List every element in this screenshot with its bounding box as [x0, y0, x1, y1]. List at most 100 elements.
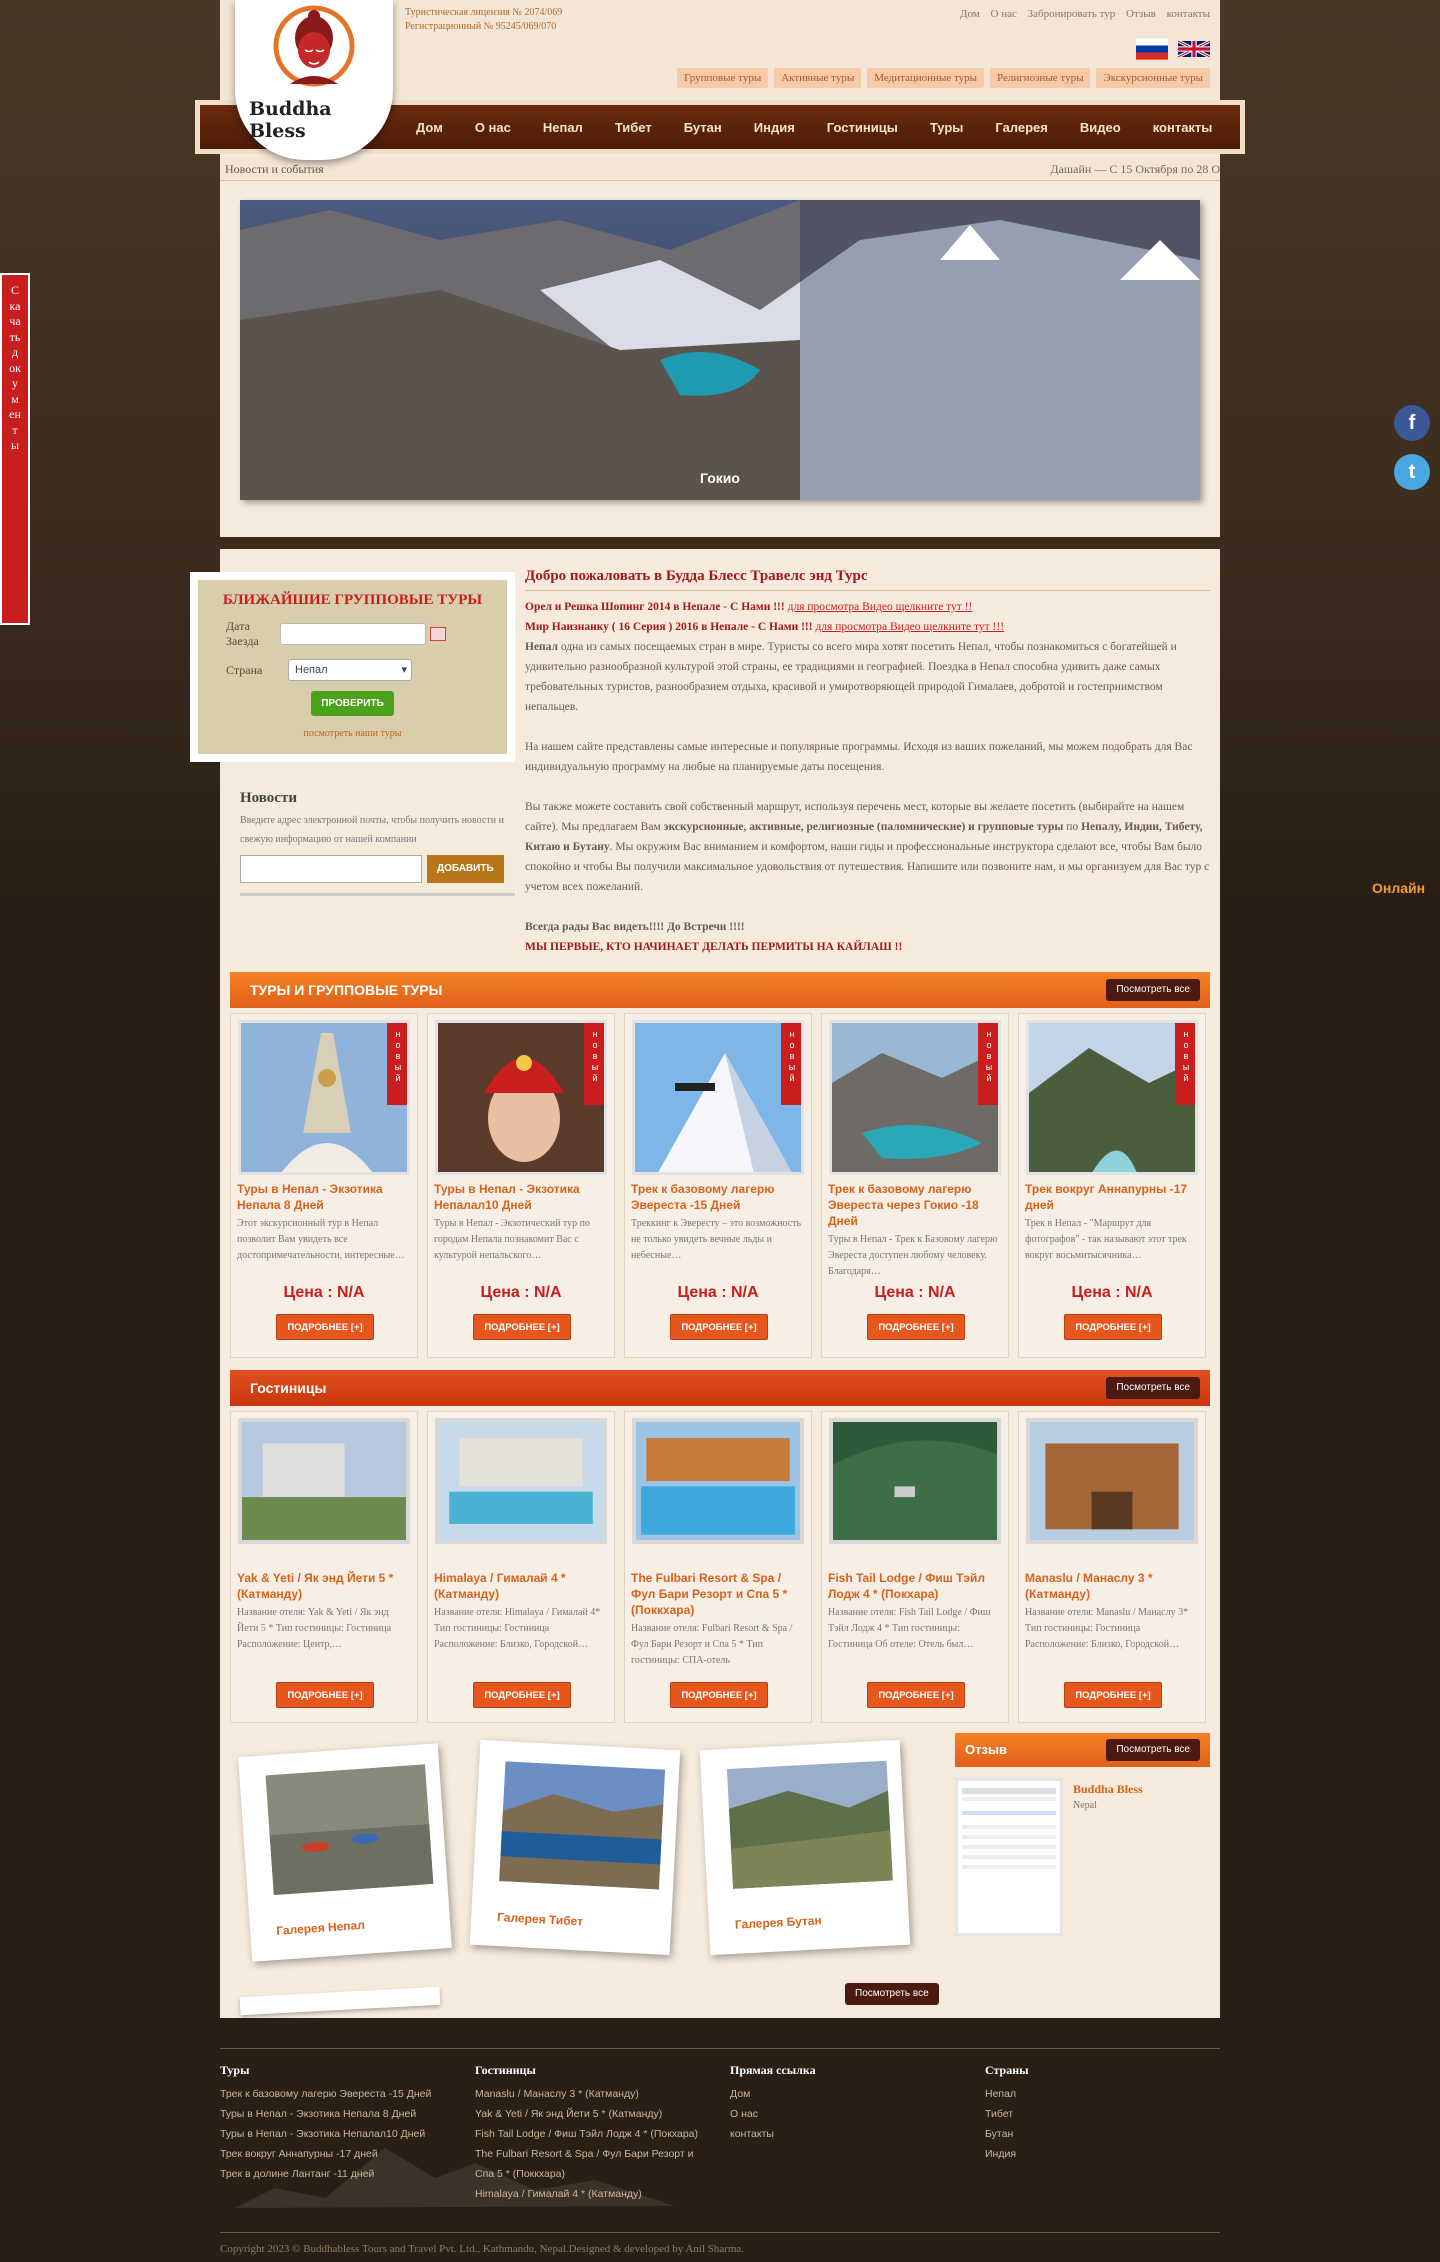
- nav-video[interactable]: Видео: [1080, 120, 1121, 135]
- gallery-nepal[interactable]: Галерея Непал: [238, 1743, 452, 1962]
- footer-link[interactable]: Yak & Yeti / Як энд Йети 5 * (Катманду): [475, 2104, 700, 2124]
- nav-hotels[interactable]: Гостиницы: [827, 120, 898, 135]
- gallery-view-all-button[interactable]: Посмотреть все: [845, 1983, 939, 2005]
- nav-home[interactable]: Дом: [416, 120, 443, 135]
- nav-tibet[interactable]: Тибет: [615, 120, 652, 135]
- tour-more-button[interactable]: ПОДРОБНЕЕ [+]: [1064, 1314, 1162, 1340]
- gallery-tibet[interactable]: Галерея Тибет: [469, 1739, 681, 1956]
- video2-link[interactable]: для просмотра Видео щелкните тут !!!: [815, 621, 1004, 633]
- top-link-about[interactable]: О нас: [991, 8, 1017, 20]
- nav-nepal[interactable]: Непал: [543, 120, 583, 135]
- nav-india[interactable]: Индия: [754, 120, 795, 135]
- tour-more-button[interactable]: ПОДРОБНЕЕ [+]: [670, 1314, 768, 1340]
- footer-link[interactable]: Бутан: [985, 2124, 1235, 2144]
- nav-contacts[interactable]: контакты: [1153, 120, 1213, 135]
- tour-more-button[interactable]: ПОДРОБНЕЕ [+]: [473, 1314, 571, 1340]
- hotel-image[interactable]: [238, 1418, 410, 1544]
- nav-bhutan[interactable]: Бутан: [684, 120, 722, 135]
- tag-group-tours[interactable]: Групповые туры: [677, 68, 769, 88]
- top-link-contacts[interactable]: контакты: [1167, 8, 1210, 20]
- footer-link[interactable]: Трек в долине Лантанг -11 дней: [220, 2164, 470, 2184]
- hotel-more-button[interactable]: ПОДРОБНЕЕ [+]: [473, 1682, 571, 1708]
- facebook-icon[interactable]: f: [1394, 405, 1430, 441]
- english-flag-icon[interactable]: [1178, 38, 1210, 60]
- hotel-card[interactable]: Fish Tail Lodge / Фиш Тэйл Лодж 4 * (Пок…: [821, 1411, 1009, 1723]
- hotel-more-button[interactable]: ПОДРОБНЕЕ [+]: [276, 1682, 374, 1708]
- hotel-image[interactable]: [829, 1418, 1001, 1544]
- hotel-title[interactable]: Manaslu / Манаслу 3 * (Катманду): [1025, 1570, 1199, 1602]
- see-tours-link[interactable]: посмотреть наши туры: [210, 728, 495, 739]
- hotel-image[interactable]: [1026, 1418, 1198, 1544]
- tag-religious-tours[interactable]: Религиозные туры: [990, 68, 1091, 88]
- date-input[interactable]: [280, 623, 426, 645]
- hotel-card[interactable]: Himalaya / Гималай 4 * (Катманду) Назван…: [427, 1411, 615, 1723]
- gallery-bhutan[interactable]: Галерея Бутан: [699, 1739, 911, 1956]
- review-view-all-button[interactable]: Посмотреть все: [1106, 1739, 1200, 1761]
- footer-link[interactable]: Manaslu / Манаслу 3 * (Катманду): [475, 2084, 700, 2104]
- footer-link[interactable]: The Fulbari Resort & Spa / Фул Бари Резо…: [475, 2144, 700, 2184]
- download-docs-tab[interactable]: Скачать документы: [0, 273, 30, 625]
- russian-flag-icon[interactable]: [1136, 38, 1168, 60]
- hero-slider[interactable]: Гокио: [240, 200, 1200, 500]
- tour-more-button[interactable]: ПОДРОБНЕЕ [+]: [867, 1314, 965, 1340]
- footer-link[interactable]: Трек вокруг Аннапурны -17 дней: [220, 2144, 470, 2164]
- footer-link[interactable]: О нас: [730, 2104, 980, 2124]
- hotel-card[interactable]: Manaslu / Манаслу 3 * (Катманду) Названи…: [1018, 1411, 1206, 1723]
- tour-image[interactable]: н о в ы й: [435, 1020, 607, 1175]
- footer-link[interactable]: Трек к базовому лагерю Эвереста -15 Дней: [220, 2084, 470, 2104]
- hotel-image[interactable]: [632, 1418, 804, 1544]
- hotel-more-button[interactable]: ПОДРОБНЕЕ [+]: [1064, 1682, 1162, 1708]
- footer-link[interactable]: Туры в Непал - Экзотика Непалал10 Дней: [220, 2124, 470, 2144]
- hotel-title[interactable]: Yak & Yeti / Як энд Йети 5 * (Катманду): [237, 1570, 411, 1602]
- hotel-more-button[interactable]: ПОДРОБНЕЕ [+]: [867, 1682, 965, 1708]
- hotel-card[interactable]: Yak & Yeti / Як энд Йети 5 * (Катманду) …: [230, 1411, 418, 1723]
- tour-card[interactable]: н о в ы й Трек вокруг Аннапурны -17 дней…: [1018, 1013, 1206, 1358]
- twitter-icon[interactable]: t: [1394, 454, 1430, 490]
- tour-card[interactable]: н о в ы й Туры в Непал - Экзотика Непала…: [427, 1013, 615, 1358]
- footer-link[interactable]: Дом: [730, 2084, 980, 2104]
- online-chat-label[interactable]: Онлайн: [1372, 880, 1425, 896]
- review-thumbnail[interactable]: [955, 1778, 1063, 1936]
- tag-meditation-tours[interactable]: Медитационные туры: [867, 68, 985, 88]
- tour-more-button[interactable]: ПОДРОБНЕЕ [+]: [276, 1314, 374, 1340]
- hotel-title[interactable]: The Fulbari Resort & Spa / Фул Бари Резо…: [631, 1570, 805, 1618]
- tour-title[interactable]: Туры в Непал - Экзотика Непалал10 Дней: [434, 1181, 608, 1213]
- tour-card[interactable]: н о в ы й Туры в Непал - Экзотика Непала…: [230, 1013, 418, 1358]
- tour-card[interactable]: н о в ы й Трек к базовому лагерю Эверест…: [624, 1013, 812, 1358]
- reviewer-name[interactable]: Buddha Bless: [1073, 1782, 1143, 1797]
- video1-link[interactable]: для просмотра Видео щелкните тут !!: [788, 601, 973, 613]
- calendar-icon[interactable]: [430, 627, 446, 641]
- hotel-title[interactable]: Fish Tail Lodge / Фиш Тэйл Лодж 4 * (Пок…: [828, 1570, 1002, 1602]
- tour-title[interactable]: Трек к базовому лагерю Эвереста -15 Дней: [631, 1181, 805, 1213]
- tour-title[interactable]: Туры в Непал - Экзотика Непала 8 Дней: [237, 1181, 411, 1213]
- footer-link[interactable]: Himalaya / Гималай 4 * (Катманду): [475, 2184, 700, 2204]
- hotel-more-button[interactable]: ПОДРОБНЕЕ [+]: [670, 1682, 768, 1708]
- subscribe-button[interactable]: ДОБАВИТЬ: [427, 855, 504, 883]
- footer-link[interactable]: Непал: [985, 2084, 1235, 2104]
- tour-image[interactable]: н о в ы й: [1026, 1020, 1198, 1175]
- check-button[interactable]: ПРОВЕРИТЬ: [311, 691, 394, 716]
- top-link-book[interactable]: Забронировать тур: [1028, 8, 1116, 20]
- hotel-image[interactable]: [435, 1418, 607, 1544]
- news-message[interactable]: Дашайн — С 15 Октября по 28 О: [1050, 157, 1220, 181]
- hotels-view-all-button[interactable]: Посмотреть все: [1106, 1377, 1200, 1399]
- nav-gallery[interactable]: Галерея: [995, 120, 1048, 135]
- footer-link[interactable]: Индия: [985, 2144, 1235, 2164]
- top-link-home[interactable]: Дом: [960, 8, 980, 20]
- footer-link[interactable]: Тибет: [985, 2104, 1235, 2124]
- nav-tours[interactable]: Туры: [930, 120, 964, 135]
- footer-link[interactable]: контакты: [730, 2124, 980, 2144]
- footer-link[interactable]: Туры в Непал - Экзотика Непала 8 Дней: [220, 2104, 470, 2124]
- tour-image[interactable]: н о в ы й: [632, 1020, 804, 1175]
- nav-about[interactable]: О нас: [475, 120, 511, 135]
- tag-excursion-tours[interactable]: Экскурсионные туры: [1096, 68, 1210, 88]
- tour-title[interactable]: Трек вокруг Аннапурны -17 дней: [1025, 1181, 1199, 1213]
- hotel-card[interactable]: The Fulbari Resort & Spa / Фул Бари Резо…: [624, 1411, 812, 1723]
- tour-image[interactable]: н о в ы й: [829, 1020, 1001, 1175]
- top-link-review[interactable]: Отзыв: [1126, 8, 1156, 20]
- country-select[interactable]: Непал ▾: [288, 659, 412, 681]
- tour-image[interactable]: н о в ы й: [238, 1020, 410, 1175]
- tour-title[interactable]: Трек к базовому лагерю Эвереста через Го…: [828, 1181, 1002, 1229]
- tour-card[interactable]: н о в ы й Трек к базовому лагерю Эверест…: [821, 1013, 1009, 1358]
- hotel-title[interactable]: Himalaya / Гималай 4 * (Катманду): [434, 1570, 608, 1602]
